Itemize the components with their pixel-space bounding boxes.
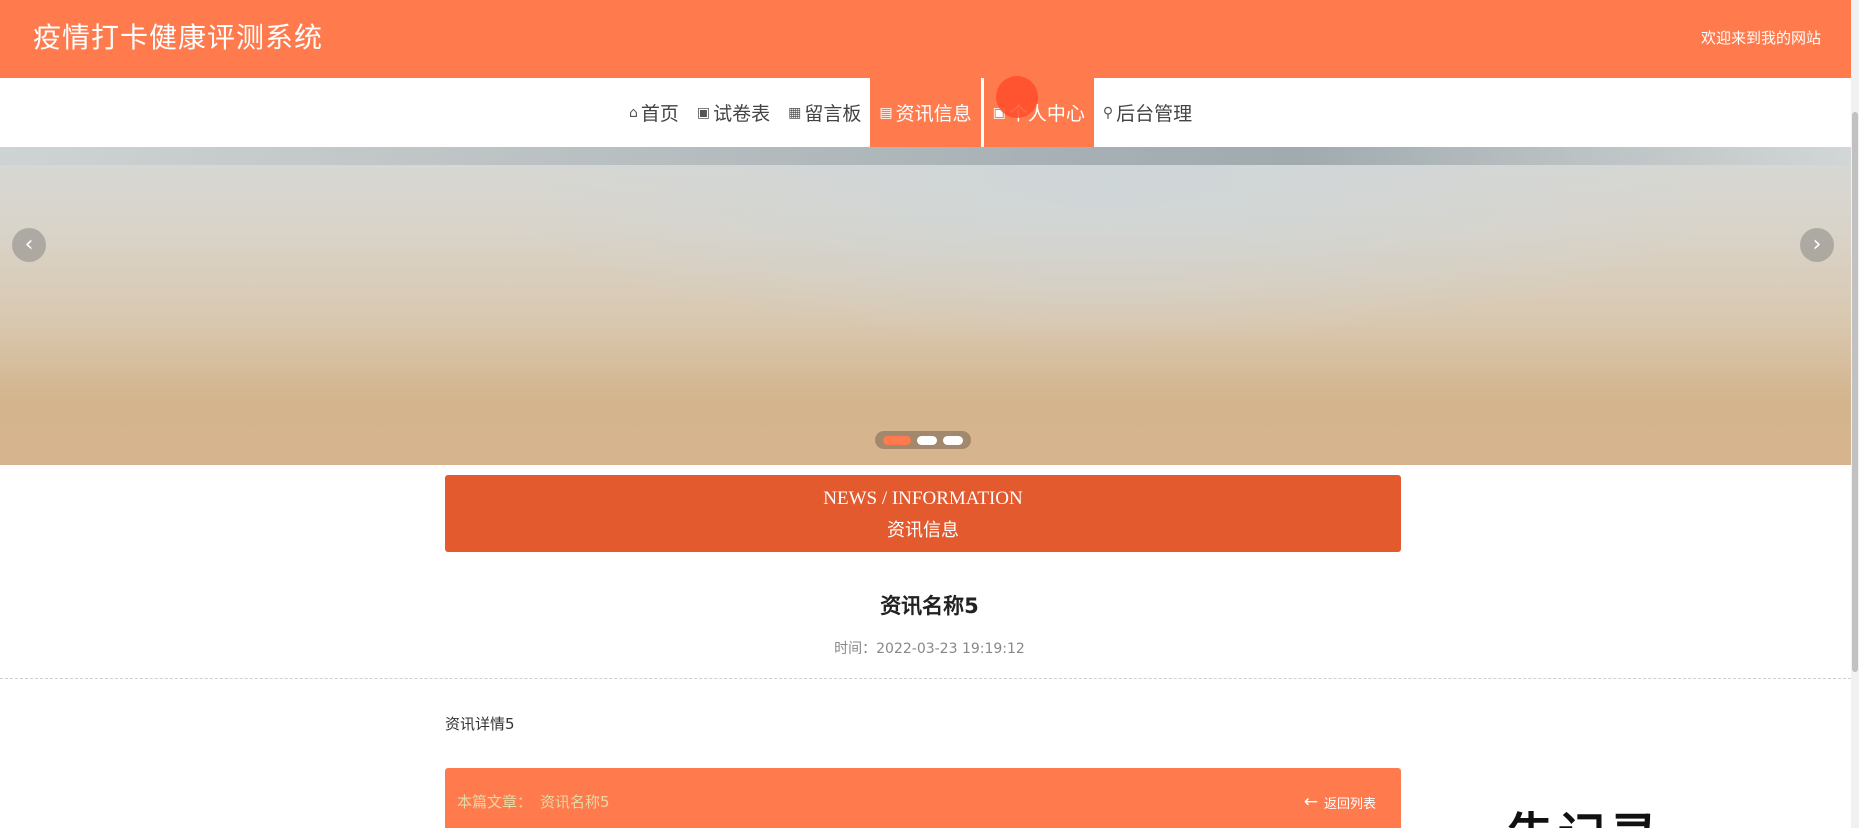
scrollbar-thumb[interactable] — [1852, 112, 1858, 672]
section-title-en: NEWS / INFORMATION — [823, 488, 1023, 509]
nav-item-news[interactable]: ▤ 资讯信息 — [870, 78, 981, 147]
top-header: 疫情打卡健康评测系统 欢迎来到我的网站 — [0, 0, 1851, 78]
nav-item-admin[interactable]: ⚲ 后台管理 — [1094, 78, 1201, 147]
nav-item-label: 资讯信息 — [895, 103, 972, 125]
nav-item-label: 试卷表 — [713, 103, 771, 125]
main-nav: ⌂ 首页 ▣ 试卷表 ▦ 留言板 ▤ 资讯信息 ▣ 个人中心 ⚲ 后台管理 — [0, 78, 1851, 147]
nav-item-home[interactable]: ⌂ 首页 — [620, 78, 688, 147]
section-title-zh: 资讯信息 — [887, 520, 959, 541]
article-time: 时间：2022-03-23 19:19:12 — [834, 641, 1025, 657]
carousel-prev-button[interactable]: ‹ — [12, 228, 46, 262]
chevron-left-icon: ‹ — [24, 232, 34, 257]
divider — [0, 678, 1851, 679]
carousel-indicators — [875, 431, 971, 449]
nav-item-message-board[interactable]: ▦ 留言板 — [779, 78, 870, 147]
nav-item-label: 后台管理 — [1116, 103, 1193, 125]
overlay-caption: 告记录 — [1506, 806, 1662, 828]
article-body: 资讯详情5 — [445, 715, 515, 733]
chevron-right-icon: › — [1812, 232, 1822, 257]
nav-item-label: 首页 — [640, 103, 679, 125]
current-article: 本篇文章： 资讯名称5 — [457, 791, 610, 812]
click-indicator — [996, 76, 1038, 118]
news-icon: ▤ — [879, 104, 893, 121]
article-footer-bar: 本篇文章： 资讯名称5 ← 返回列表 — [445, 768, 1401, 828]
site-title: 疫情打卡健康评测系统 — [33, 21, 324, 54]
banner-image — [0, 147, 1851, 165]
banner-carousel — [0, 147, 1851, 465]
current-article-label: 本篇文章： — [457, 793, 533, 811]
nav-menu: ⌂ 首页 ▣ 试卷表 ▦ 留言板 ▤ 资讯信息 ▣ 个人中心 ⚲ 后台管理 — [620, 78, 1201, 147]
page-scrollbar[interactable] — [1851, 0, 1859, 828]
welcome-text: 欢迎来到我的网站 — [1700, 29, 1821, 47]
carousel-next-button[interactable]: › — [1800, 228, 1834, 262]
current-article-link[interactable]: 资讯名称5 — [540, 793, 610, 811]
carousel-dot[interactable] — [917, 435, 937, 445]
nav-item-label: 留言板 — [804, 103, 862, 125]
section-heading: NEWS / INFORMATION 资讯信息 — [445, 475, 1401, 552]
grid-icon: ▣ — [696, 104, 711, 121]
arrow-left-icon: ← — [1303, 792, 1318, 812]
carousel-dot[interactable] — [883, 435, 911, 445]
link-icon: ⚲ — [1102, 104, 1114, 121]
back-to-list-label: 返回列表 — [1323, 796, 1376, 812]
carousel-dot[interactable] — [943, 435, 963, 445]
apps-icon: ▦ — [788, 104, 802, 121]
nav-item-exam[interactable]: ▣ 试卷表 — [688, 78, 779, 147]
article-title: 资讯名称5 — [880, 594, 979, 618]
back-to-list-link[interactable]: ← 返回列表 — [1304, 792, 1376, 812]
home-icon: ⌂ — [629, 104, 638, 121]
